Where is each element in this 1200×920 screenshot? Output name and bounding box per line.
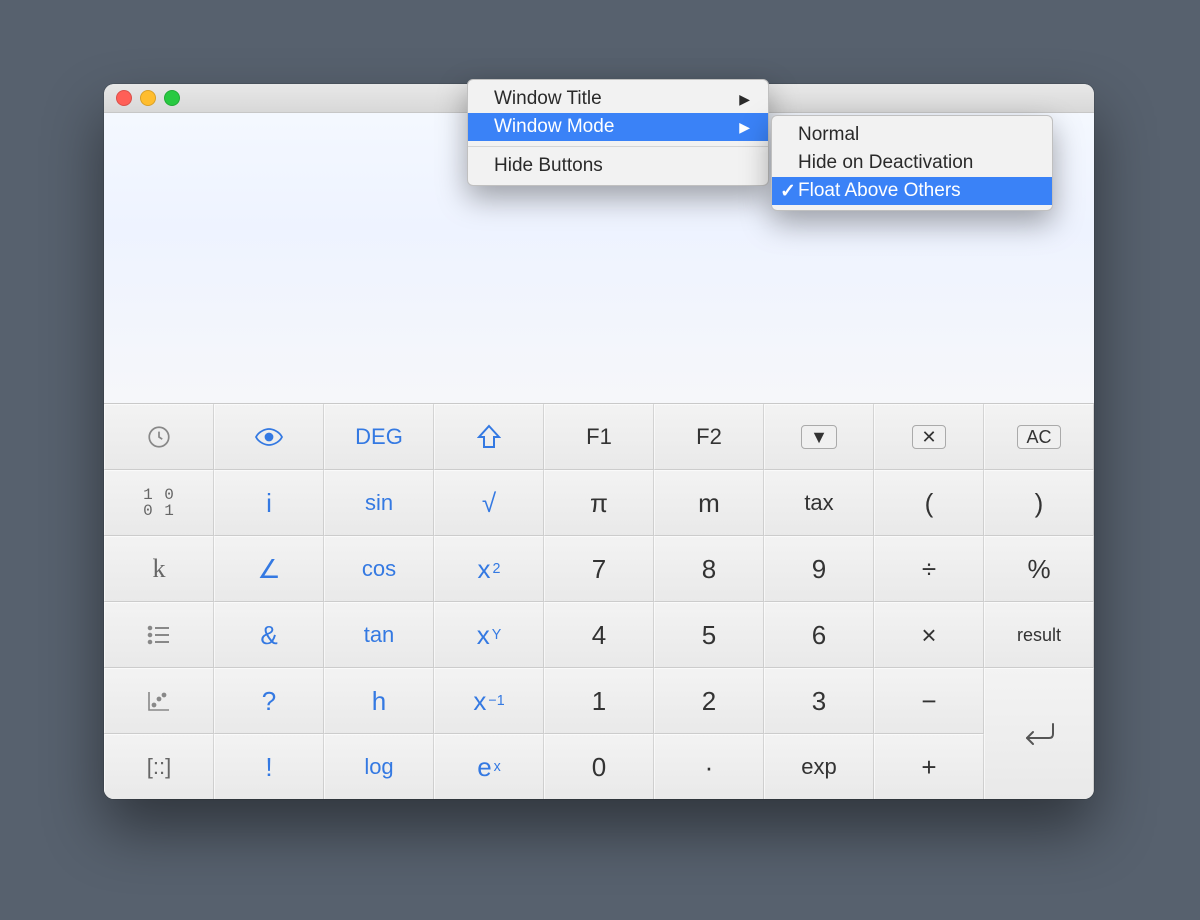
menu-item-window-title[interactable]: Window Title ▶ [468, 85, 768, 113]
window-mode-submenu: Normal Hide on Deactivation ✓ Float Abov… [771, 115, 1053, 211]
digit-8-button[interactable]: 8 [654, 536, 764, 602]
digit-6-button[interactable]: 6 [764, 602, 874, 668]
tax-button[interactable]: tax [764, 470, 874, 536]
ampersand-button[interactable]: & [214, 602, 324, 668]
memory-button[interactable]: m [654, 470, 764, 536]
menu-item-label: Hide on Deactivation [798, 152, 973, 174]
xinv-base: x [473, 686, 486, 717]
angle-button[interactable]: ∠ [214, 536, 324, 602]
k-button[interactable]: k [104, 536, 214, 602]
digit-4-button[interactable]: 4 [544, 602, 654, 668]
menu-item-label: Float Above Others [798, 180, 961, 202]
tan-button[interactable]: tan [324, 602, 434, 668]
f2-button[interactable]: F2 [654, 404, 764, 470]
menu-item-label: Window Mode [494, 116, 614, 138]
xy-sup: Y [492, 627, 502, 643]
matrix-button[interactable]: [::] [104, 734, 214, 799]
clear-button[interactable]: ✕ [874, 404, 984, 470]
history-button[interactable] [104, 404, 214, 470]
x-inverse-button[interactable]: x−1 [434, 668, 544, 734]
clock-icon [146, 424, 172, 450]
menu-item-hide-buttons[interactable]: Hide Buttons [468, 152, 768, 180]
view-button[interactable] [214, 404, 324, 470]
x-squared-button[interactable]: x2 [434, 536, 544, 602]
plot-button[interactable] [104, 668, 214, 734]
digit-1-button[interactable]: 1 [544, 668, 654, 734]
digit-0-button[interactable]: 0 [544, 734, 654, 799]
digit-9-button[interactable]: 9 [764, 536, 874, 602]
menu-item-label: Normal [798, 124, 859, 146]
decimal-button[interactable]: · [654, 734, 764, 799]
rparen-button[interactable]: ) [984, 470, 1094, 536]
shift-button[interactable] [434, 404, 544, 470]
chevron-down-icon: ▼ [801, 425, 837, 449]
divide-button[interactable]: ÷ [874, 536, 984, 602]
ac-button[interactable]: AC [984, 404, 1094, 470]
question-button[interactable]: ? [214, 668, 324, 734]
minimize-button[interactable] [140, 90, 156, 106]
eye-icon [254, 427, 284, 447]
x-squared-sup: 2 [493, 561, 501, 577]
digit-2-button[interactable]: 2 [654, 668, 764, 734]
binary-button[interactable]: 1 0 0 1 [104, 470, 214, 536]
cos-button[interactable]: cos [324, 536, 434, 602]
menu-item-window-mode[interactable]: Window Mode ▶ [468, 113, 768, 141]
xinv-sup: −1 [488, 693, 504, 709]
return-icon [1019, 720, 1059, 748]
enter-button[interactable] [984, 668, 1094, 799]
ex-sup: x [494, 759, 501, 775]
lparen-button[interactable]: ( [874, 470, 984, 536]
minus-button[interactable]: − [874, 668, 984, 734]
e-power-x-button[interactable]: ex [434, 734, 544, 799]
list-icon [147, 625, 171, 645]
exp-button[interactable]: exp [764, 734, 874, 799]
menu-separator [468, 146, 768, 147]
deg-button[interactable]: DEG [324, 404, 434, 470]
result-button[interactable]: result [984, 602, 1094, 668]
digit-7-button[interactable]: 7 [544, 536, 654, 602]
close-button[interactable] [116, 90, 132, 106]
binary-icon: 1 0 0 1 [143, 487, 175, 519]
sqrt-button[interactable]: √ [434, 470, 544, 536]
multiply-button[interactable]: × [874, 602, 984, 668]
percent-button[interactable]: % [984, 536, 1094, 602]
shift-up-icon [477, 424, 501, 450]
factorial-button[interactable]: ! [214, 734, 324, 799]
scatter-plot-icon [147, 690, 171, 712]
xy-base: x [477, 620, 490, 651]
close-icon: ✕ [912, 425, 945, 449]
f1-button[interactable]: F1 [544, 404, 654, 470]
ac-label: AC [1017, 425, 1060, 449]
keypad: DEG F1 F2 ▼ ✕ AC 1 0 0 1 i sin √ π m tax… [104, 404, 1094, 799]
pi-button[interactable]: π [544, 470, 654, 536]
plus-button[interactable]: + [874, 734, 984, 799]
log-button[interactable]: log [324, 734, 434, 799]
h-button[interactable]: h [324, 668, 434, 734]
x-squared-base: x [478, 554, 491, 585]
menu-item-float-above-others[interactable]: ✓ Float Above Others [772, 177, 1052, 205]
menu-item-label: Window Title [494, 88, 602, 110]
sin-button[interactable]: sin [324, 470, 434, 536]
submenu-arrow-icon: ▶ [699, 91, 750, 108]
list-button[interactable] [104, 602, 214, 668]
zoom-button[interactable] [164, 90, 180, 106]
checkmark-icon: ✓ [780, 180, 796, 203]
dropdown-button[interactable]: ▼ [764, 404, 874, 470]
digit-3-button[interactable]: 3 [764, 668, 874, 734]
menu-item-hide-on-deactivation[interactable]: Hide on Deactivation [772, 149, 1052, 177]
submenu-arrow-icon: ▶ [699, 119, 750, 136]
menu-item-normal[interactable]: Normal [772, 121, 1052, 149]
menu-item-label: Hide Buttons [494, 155, 603, 177]
ex-base: e [477, 752, 491, 783]
x-power-y-button[interactable]: xY [434, 602, 544, 668]
digit-5-button[interactable]: 5 [654, 602, 764, 668]
context-menu: Window Title ▶ Window Mode ▶ Hide Button… [467, 79, 769, 186]
imaginary-i-button[interactable]: i [214, 470, 324, 536]
